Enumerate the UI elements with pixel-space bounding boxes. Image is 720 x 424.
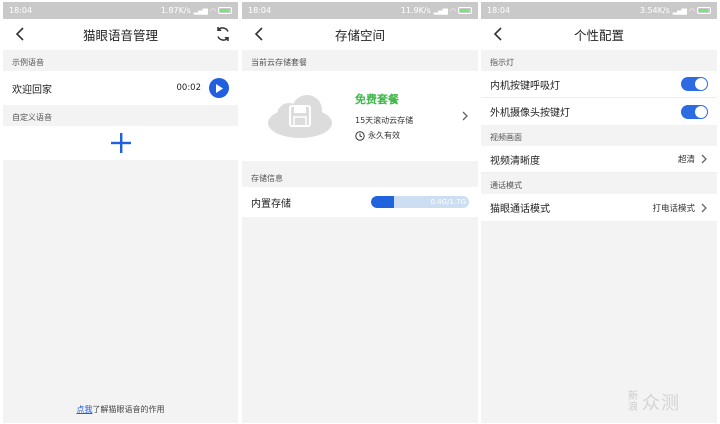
- voice-item-duration: 00:02: [176, 83, 202, 93]
- battery-icon: [218, 7, 232, 14]
- status-bar: 18:04 1.87K/s ▂▄▆ ◠: [3, 2, 238, 19]
- network-speed: 11.9K/s: [400, 6, 431, 15]
- chevron-left-icon: [254, 27, 263, 41]
- watermark-logo: 新 浪 众测: [628, 391, 680, 414]
- section-video: 视频画面: [490, 133, 522, 142]
- status-time: 18:04: [9, 6, 33, 15]
- battery-icon: [458, 7, 472, 14]
- nav-bar: 存储空间: [242, 19, 478, 50]
- storage-progress-bar: 0.4G/1.7G: [371, 196, 469, 208]
- personal-config-screen: 18:04 3.54K/s ▂▄▆ ◠ 个性配置 指示灯 内机按键呼吸灯 外机摄…: [481, 2, 717, 423]
- section-storage-info: 存储信息: [251, 174, 283, 183]
- back-button[interactable]: [490, 26, 504, 42]
- signal-icon: ▂▄▆: [433, 6, 448, 15]
- play-button[interactable]: [209, 78, 229, 98]
- chevron-right-icon: [701, 154, 707, 164]
- page-title: 猫眼语音管理: [82, 28, 158, 43]
- section-call-mode: 通话模式: [490, 181, 522, 190]
- chevron-right-icon: [462, 111, 468, 121]
- video-quality-label: 视频清晰度: [490, 155, 540, 167]
- status-time: 18:04: [487, 6, 511, 15]
- back-button[interactable]: [12, 26, 26, 42]
- refresh-icon: [217, 27, 229, 41]
- storage-progress-fill: [371, 196, 395, 208]
- refresh-button[interactable]: [214, 25, 232, 43]
- toggle-label: 外机摄像头按键灯: [490, 108, 570, 119]
- play-icon: [216, 83, 223, 93]
- plan-name: 免费套餐: [355, 93, 399, 106]
- battery-icon: [697, 7, 711, 14]
- status-bar: 18:04 11.9K/s ▂▄▆ ◠: [242, 2, 478, 19]
- chevron-left-icon: [15, 27, 24, 41]
- voice-management-screen: 18:04 1.87K/s ▂▄▆ ◠ 猫眼语音管理 示例语音 欢迎回家 00:…: [3, 2, 238, 423]
- video-quality-row[interactable]: 视频清晰度 超清: [481, 146, 717, 173]
- video-quality-value: 超清: [677, 155, 695, 165]
- plan-description: 15天滚动云存储: [355, 116, 414, 125]
- clock-icon: [355, 130, 365, 141]
- storage-screen: 18:04 11.9K/s ▂▄▆ ◠ 存储空间 当前云存储套餐 免费套餐 15…: [242, 2, 478, 423]
- toggle-row-outer-camera-light: 外机摄像头按键灯: [481, 98, 717, 125]
- signal-icon: ▂▄▆: [193, 6, 208, 15]
- wifi-icon: ◠: [449, 6, 456, 15]
- storage-label: 内置存储: [251, 198, 291, 210]
- cloud-storage-icon: [268, 95, 332, 138]
- storage-usage: 0.4G/1.7G: [430, 198, 466, 206]
- add-voice-button[interactable]: [3, 126, 238, 160]
- section-sample-voice: 示例语音: [12, 58, 44, 67]
- call-mode-label: 猫眼通话模式: [490, 204, 550, 215]
- section-custom-voice: 自定义语音: [12, 113, 52, 122]
- toggle-row-inner-breathing-light: 内机按键呼吸灯: [481, 71, 717, 98]
- voice-item[interactable]: 欢迎回家 00:02: [3, 71, 238, 105]
- nav-bar: 猫眼语音管理: [3, 19, 238, 50]
- back-button[interactable]: [251, 26, 265, 42]
- chevron-right-icon: [701, 203, 707, 212]
- page-title: 存储空间: [334, 28, 385, 43]
- status-time: 18:04: [248, 6, 272, 15]
- network-speed: 3.54K/s: [639, 6, 670, 15]
- section-indicator: 指示灯: [490, 58, 514, 67]
- wifi-icon: ◠: [688, 6, 695, 15]
- plan-validity: 永久有效: [368, 131, 400, 140]
- internal-storage-row: 内置存储 0.4G/1.7G: [242, 187, 478, 217]
- section-current-plan: 当前云存储套餐: [251, 58, 307, 67]
- voice-item-name: 欢迎回家: [12, 84, 52, 96]
- call-mode-row[interactable]: 猫眼通话模式 打电话模式: [481, 194, 717, 221]
- help-text: 了解猫眼语音的作用: [92, 405, 165, 414]
- footer-help: 点我了解猫眼语音的作用: [3, 404, 238, 415]
- wifi-icon: ◠: [209, 6, 216, 15]
- toggle-label: 内机按键呼吸灯: [490, 80, 560, 92]
- network-speed: 1.87K/s: [160, 6, 191, 15]
- indicator-group: 内机按键呼吸灯 外机摄像头按键灯: [481, 71, 717, 125]
- status-bar: 18:04 3.54K/s ▂▄▆ ◠: [481, 2, 717, 19]
- call-mode-value: 打电话模式: [652, 203, 695, 214]
- nav-bar: 个性配置: [481, 19, 717, 50]
- page-title: 个性配置: [573, 28, 624, 43]
- outer-camera-light-toggle[interactable]: [681, 104, 708, 119]
- plan-card[interactable]: 免费套餐 15天滚动云存储 永久有效: [242, 71, 478, 161]
- chevron-left-icon: [493, 27, 502, 41]
- inner-breathing-light-toggle[interactable]: [681, 77, 708, 91]
- help-link[interactable]: 点我: [77, 405, 93, 414]
- plus-icon: [110, 133, 131, 153]
- signal-icon: ▂▄▆: [672, 6, 687, 15]
